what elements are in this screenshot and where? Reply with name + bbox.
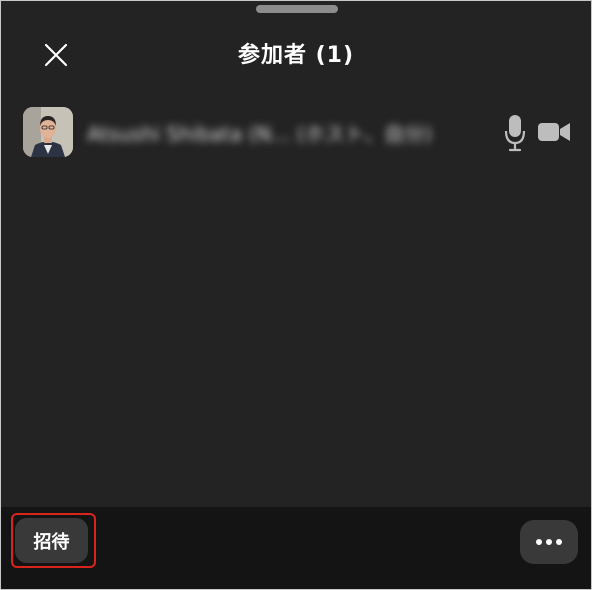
video-camera-icon[interactable] [537,119,571,145]
more-horizontal-icon [536,539,542,545]
more-options-button[interactable] [520,520,578,564]
avatar [23,107,73,157]
participant-row[interactable]: Atsushi Shibata (N... (ホスト、自分) [23,105,575,159]
sheet-grabber-handle[interactable] [256,5,338,13]
page-title: 参加者 (1) [237,43,355,68]
participant-name: Atsushi Shibata (N... (ホスト、自分) [87,121,433,146]
microphone-icon[interactable] [503,113,527,153]
participants-panel: 参加者 (1) Atsushi Shibata (N... (ホスト、自分) 招… [0,0,592,590]
invite-button[interactable]: 招待 [15,518,88,563]
bottom-toolbar: 招待 [1,507,591,589]
